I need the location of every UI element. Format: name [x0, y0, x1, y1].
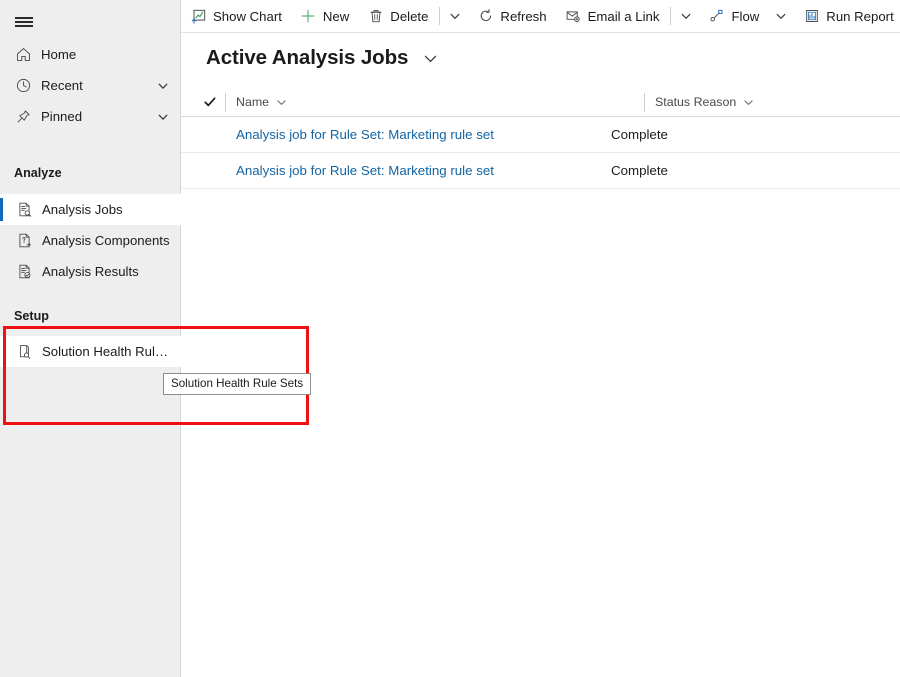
chevron-down-icon-column-status-reason[interactable]: [742, 96, 754, 108]
cell-name-link[interactable]: Analysis job for Rule Set: Marketing rul…: [181, 163, 600, 178]
sidebar-group-title-setup: Setup: [14, 309, 49, 323]
delete-overflow-chevron-button[interactable]: [442, 0, 468, 32]
document-check-icon: [14, 262, 34, 282]
app-root: Home Recent Pinned Analyze Analysis Jobs…: [0, 0, 900, 677]
delete-button[interactable]: Delete: [358, 0, 437, 32]
command-divider-2: [670, 7, 672, 25]
hamburger-icon: [15, 17, 33, 19]
sidebar-item-label-home: Home: [41, 47, 77, 62]
sidebar: Home Recent Pinned Analyze Analysis Jobs…: [0, 0, 181, 677]
sidebar-item-analysis-jobs[interactable]: Analysis Jobs: [0, 194, 181, 225]
page-title: Active Analysis Jobs: [206, 46, 409, 69]
chevron-down-icon-column-name[interactable]: [275, 96, 287, 108]
table-row[interactable]: Analysis job for Rule Set: Marketing rul…: [181, 153, 900, 189]
email-link-icon: [565, 8, 582, 25]
flow-icon: [708, 8, 725, 25]
clock-icon: [12, 75, 34, 97]
hamburger-icon-bar-2: [15, 21, 33, 23]
sidebar-item-label-analysis-components: Analysis Components: [42, 233, 170, 248]
chevron-down-icon-pinned[interactable]: [156, 110, 170, 124]
home-icon: [12, 44, 34, 66]
sidebar-item-label-solution-health-rule-sets: Solution Health Rule ...: [42, 344, 175, 359]
table-row[interactable]: Analysis job for Rule Set: Marketing rul…: [181, 117, 900, 153]
sidebar-item-label-pinned: Pinned: [41, 109, 83, 124]
sidebar-item-recent[interactable]: Recent: [0, 71, 181, 100]
sidebar-item-home[interactable]: Home: [0, 40, 181, 69]
tooltip-solution-health-rule-sets: Solution Health Rule Sets: [163, 373, 312, 395]
pin-icon: [12, 106, 34, 128]
sidebar-item-pinned[interactable]: Pinned: [0, 102, 181, 131]
email-a-link-button[interactable]: Email a Link: [556, 0, 669, 32]
refresh-icon: [477, 8, 494, 25]
show-chart-button[interactable]: Show Chart: [181, 0, 291, 32]
run-report-button[interactable]: Run Report: [794, 0, 900, 32]
command-bar: Show Chart New Delete Refresh Email a Li…: [181, 0, 900, 33]
sidebar-item-solution-health-rule-sets[interactable]: Solution Health Rule ...: [0, 336, 181, 367]
show-chart-icon: [190, 8, 207, 25]
refresh-label: Refresh: [500, 8, 547, 24]
cell-name-link[interactable]: Analysis job for Rule Set: Marketing rul…: [181, 127, 600, 142]
records-grid: Name Status Reason Analysis job for Rule…: [181, 88, 900, 189]
hamburger-icon-bar-3: [15, 25, 33, 27]
new-button[interactable]: New: [291, 0, 358, 32]
run-report-icon: [803, 8, 820, 25]
show-chart-label: Show Chart: [213, 8, 282, 24]
selected-indicator: [0, 198, 3, 221]
plus-icon: [300, 8, 317, 25]
main-content: Show Chart New Delete Refresh Email a Li…: [181, 0, 900, 677]
cell-status-reason: Complete: [611, 127, 668, 142]
document-search-icon: [14, 200, 34, 220]
flow-button[interactable]: Flow: [699, 0, 768, 32]
chevron-down-icon-view-selector[interactable]: [422, 50, 438, 66]
sidebar-item-label-recent: Recent: [41, 78, 83, 93]
page-search-icon: [14, 342, 34, 362]
column-header-label-status-reason: Status Reason: [655, 95, 737, 109]
sidebar-item-analysis-results[interactable]: Analysis Results: [0, 256, 181, 287]
trash-icon: [367, 8, 384, 25]
command-divider-1: [439, 7, 441, 25]
delete-label: Delete: [390, 8, 429, 24]
refresh-button[interactable]: Refresh: [468, 0, 555, 32]
flow-label: Flow: [731, 8, 760, 24]
column-header-name[interactable]: Name: [225, 88, 644, 117]
document-question-icon: [14, 231, 34, 251]
email-a-link-label: Email a Link: [587, 8, 660, 24]
email-a-link-overflow-chevron-button[interactable]: [673, 0, 699, 32]
run-report-label: Run Report: [826, 8, 894, 24]
sidebar-group-title-analyze: Analyze: [14, 166, 62, 180]
cell-status-reason: Complete: [611, 163, 668, 178]
select-all-checkbox[interactable]: [195, 88, 225, 117]
sidebar-item-analysis-components[interactable]: Analysis Components: [0, 225, 181, 256]
sidebar-item-label-analysis-results: Analysis Results: [42, 264, 139, 279]
column-header-status-reason[interactable]: Status Reason: [644, 88, 894, 117]
grid-header-row: Name Status Reason: [181, 88, 900, 117]
site-map-hamburger-button[interactable]: [6, 6, 42, 36]
flow-overflow-chevron-button[interactable]: [768, 0, 794, 32]
column-header-label-name: Name: [236, 95, 270, 109]
new-label: New: [322, 8, 350, 24]
chevron-down-icon-recent[interactable]: [156, 79, 170, 93]
view-selector-bar: Active Analysis Jobs: [181, 33, 900, 83]
sidebar-item-label-analysis-jobs: Analysis Jobs: [42, 202, 123, 217]
